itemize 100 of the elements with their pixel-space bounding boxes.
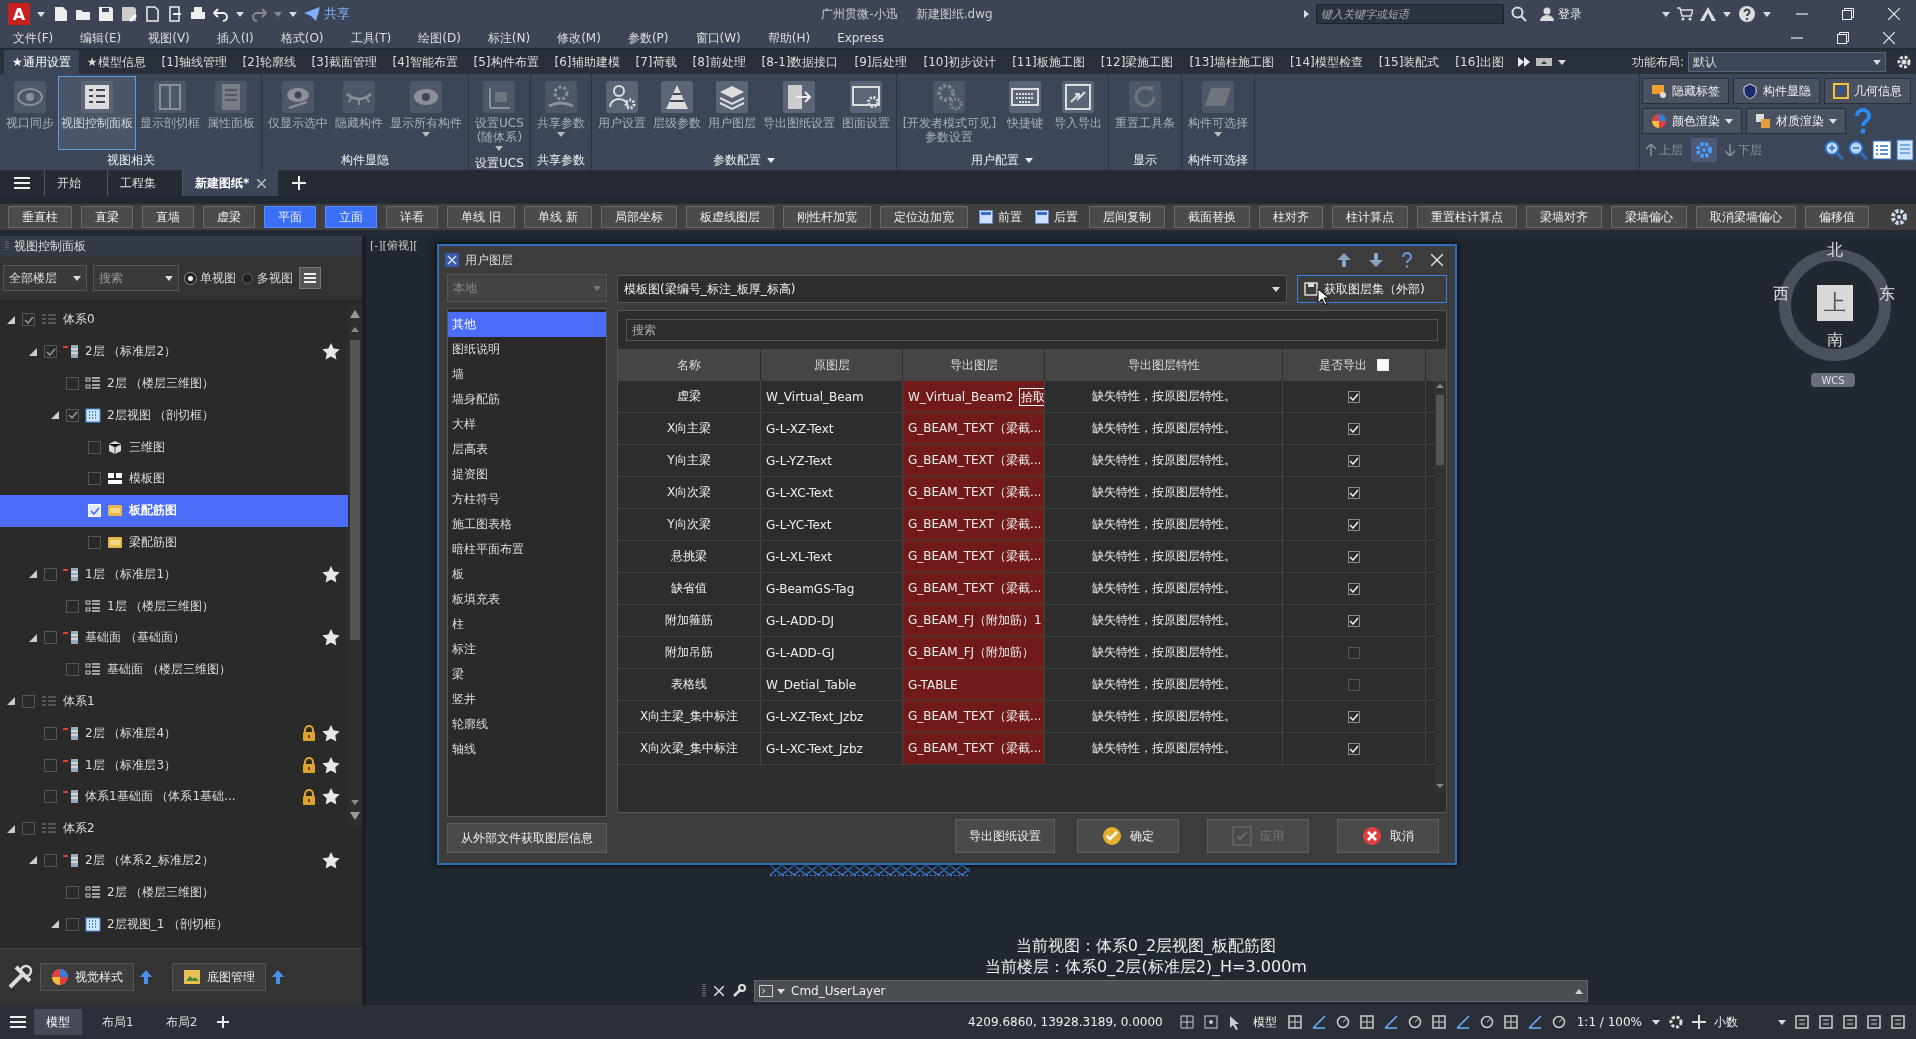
arrow-up-icon[interactable] — [272, 970, 284, 984]
help-icon[interactable] — [1401, 252, 1413, 268]
wrench-icon[interactable] — [732, 984, 746, 998]
checkbox[interactable] — [1348, 710, 1360, 723]
ribbon-button[interactable]: 用户图层 — [704, 76, 759, 150]
tree-item[interactable]: 体系1基础面 （体系1基础... — [0, 780, 348, 813]
checkbox[interactable] — [22, 313, 35, 327]
menu-item[interactable]: 文件(F) — [13, 29, 54, 47]
plus-icon[interactable] — [217, 1016, 230, 1028]
panel-button[interactable]: 构件显隐 — [1733, 78, 1820, 104]
help-icon[interactable] — [1738, 5, 1756, 23]
checkbox[interactable] — [44, 726, 57, 740]
layer-set-dropdown[interactable]: 模板图(梁编号_标注_板厚_标高) — [617, 275, 1287, 303]
gear-icon[interactable] — [1691, 138, 1717, 162]
star-icon[interactable] — [322, 788, 340, 806]
toolbar-button[interactable]: 偏移值 — [1804, 206, 1869, 228]
ribbon-tab[interactable]: [1]轴线管理 — [153, 50, 235, 74]
import-button[interactable]: 从外部文件获取图层信息 — [447, 823, 607, 853]
toolbar-button[interactable]: 单线 新 — [523, 206, 592, 228]
toolbar-button[interactable]: 虚梁 — [203, 206, 255, 228]
close-icon[interactable] — [1431, 254, 1443, 266]
expanded-icon[interactable] — [29, 347, 37, 356]
checkbox[interactable] — [1348, 518, 1360, 531]
compass-south[interactable]: 南 — [1827, 331, 1843, 349]
document-tab[interactable]: 开始 — [44, 170, 93, 196]
category-item[interactable]: 竖井 — [448, 687, 606, 712]
ribbon-tab[interactable]: [8]前处理 — [684, 50, 754, 74]
scale-button[interactable]: 1:1 / 100% — [1574, 1015, 1644, 1029]
document-icon[interactable] — [144, 6, 160, 22]
menu-item[interactable]: 修改(M) — [557, 29, 601, 47]
radio-label[interactable]: 多视图 — [257, 269, 293, 287]
expanded-icon[interactable] — [7, 697, 15, 706]
tree-item[interactable]: 板配筋图 — [0, 494, 348, 527]
layout-dropdown[interactable]: 默认 — [1688, 52, 1886, 72]
dialog-button[interactable]: 导出图纸设置 — [955, 819, 1055, 853]
category-item[interactable]: 提资图 — [448, 462, 606, 487]
ribbon-tab[interactable]: [8-1]数据接口 — [753, 50, 847, 74]
toolbar-button[interactable]: 详看 — [386, 206, 438, 228]
document-tab[interactable]: 工程集 — [107, 170, 168, 196]
tree-item[interactable]: 1层 （标准层1） — [0, 558, 348, 591]
checkbox[interactable] — [1348, 422, 1360, 435]
category-item[interactable]: 暗柱平面布置 — [448, 537, 606, 562]
ribbon-tab[interactable]: [4]智能布置 — [384, 50, 466, 74]
tree-item[interactable]: 模板图 — [0, 463, 348, 495]
dialog-button[interactable]: 确定 — [1077, 819, 1179, 853]
cart-icon[interactable] — [1677, 7, 1693, 21]
expanded-icon[interactable] — [29, 856, 37, 865]
toolbar-button[interactable]: 定位边加宽 — [879, 206, 968, 228]
ribbon-tab[interactable]: [7]荷载 — [627, 50, 685, 74]
ribbon-button[interactable]: 视图控制面板 — [58, 76, 136, 150]
checkbox[interactable] — [88, 440, 101, 454]
command-input[interactable]: Cmd_UserLayer — [789, 983, 1571, 999]
toolbar-button[interactable]: 立面 — [325, 206, 377, 228]
compass-north[interactable]: 北 — [1827, 241, 1843, 259]
tree-item[interactable]: 体系1 — [0, 685, 348, 718]
checkbox[interactable] — [44, 790, 57, 804]
category-item[interactable]: 层高表 — [448, 437, 606, 462]
units-dropdown[interactable]: 小数 — [1714, 1013, 1786, 1031]
settings-icon[interactable] — [1890, 208, 1908, 226]
checkbox[interactable] — [44, 345, 57, 359]
ribbon-tab[interactable]: ★模型信息 — [78, 50, 154, 74]
tree-item[interactable]: 体系2 — [0, 812, 348, 845]
tree-item[interactable]: 1层 （楼层三维图） — [0, 590, 348, 622]
toolbar-button[interactable]: 板虚线图层 — [685, 206, 774, 228]
category-item[interactable]: 标注 — [448, 637, 606, 662]
move-up-icon[interactable] — [1337, 253, 1351, 267]
settings-icon[interactable] — [1896, 54, 1912, 70]
checkbox[interactable] — [1348, 486, 1360, 499]
toolbar-button[interactable]: 直梁 — [81, 206, 133, 228]
panel-toggle-icon[interactable] — [1536, 58, 1552, 66]
tree-item[interactable]: 2层 （楼层三维图） — [0, 876, 348, 909]
ribbon-tab[interactable]: [16]出图 — [1447, 50, 1512, 74]
panel-button[interactable]: 颜色渲染 — [1642, 108, 1742, 134]
ribbon-button[interactable]: 层级参数 — [649, 76, 704, 150]
toolbar-button[interactable]: 平面 — [264, 206, 316, 228]
search-field[interactable]: 键入关键字或短语 — [1316, 4, 1504, 24]
toolbar-button[interactable]: 重置柱计算点 — [1416, 206, 1517, 228]
category-item[interactable]: 轴线 — [448, 737, 606, 762]
ribbon-button[interactable]: 导入导出 — [1051, 76, 1106, 150]
arrow-up-icon[interactable] — [140, 970, 152, 984]
ribbon-tab[interactable]: [11]板施工图 — [1004, 50, 1093, 74]
menu-item[interactable]: Express — [837, 31, 884, 45]
ribbon-tab[interactable]: [10]初步设计 — [915, 50, 1005, 74]
ribbon-button[interactable]: 用户设置 — [594, 76, 649, 150]
toolbar-button[interactable]: 后置 — [1032, 208, 1080, 226]
tree-item[interactable]: 2层视图 （剖切框） — [0, 399, 348, 432]
category-item[interactable]: 图纸说明 — [448, 337, 606, 362]
category-item[interactable]: 板 — [448, 562, 606, 587]
menu-item[interactable]: 格式(O) — [280, 29, 324, 47]
checkbox[interactable] — [1348, 646, 1360, 659]
category-item[interactable]: 施工图表格 — [448, 512, 606, 537]
document-tab[interactable]: 新建图纸* — [182, 170, 279, 196]
toolbar-button[interactable]: 截面替换 — [1173, 206, 1250, 228]
zoom-out-icon[interactable] — [1848, 140, 1868, 160]
restore-icon[interactable] — [1837, 32, 1849, 44]
floor-dropdown[interactable]: 全部楼层 — [3, 265, 87, 291]
grid-icon[interactable] — [1178, 1014, 1195, 1030]
star-icon[interactable] — [322, 724, 340, 742]
category-item[interactable]: 大样 — [448, 412, 606, 437]
compass-west[interactable]: 西 — [1773, 285, 1789, 303]
